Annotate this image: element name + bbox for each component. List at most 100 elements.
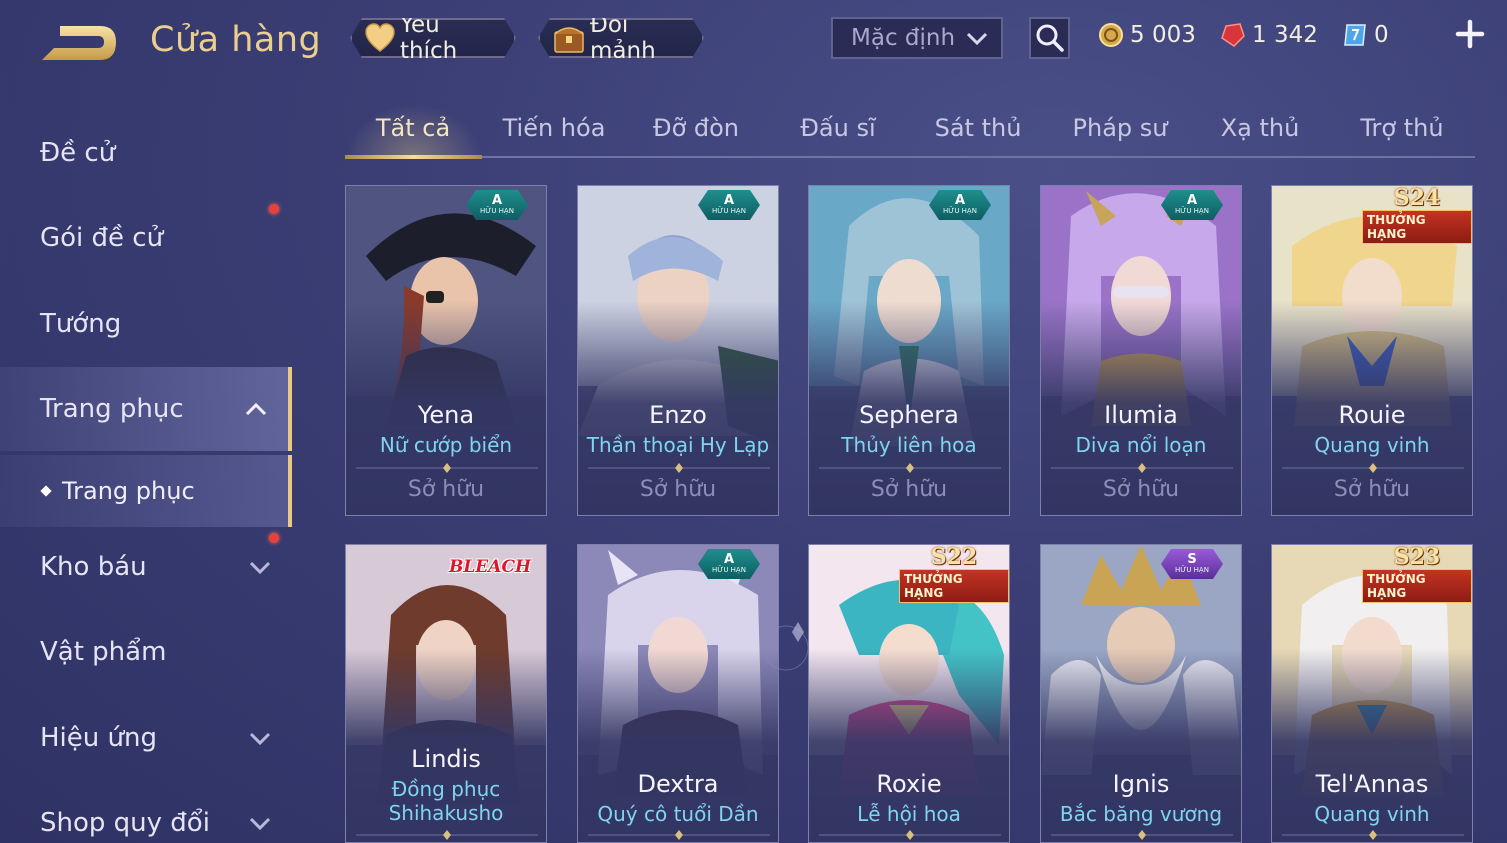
hero-name: Lindis (411, 745, 481, 773)
favorites-button[interactable]: Yêu thích (350, 18, 516, 58)
shard-exchange-label: Đổi mảnh (590, 12, 656, 64)
limited-badge: S HỮU HẠN (1161, 549, 1223, 579)
tab-fighter[interactable]: Đấu sĩ (800, 114, 875, 142)
role-tabs: Tất cả Tiến hóa Đỡ đòn Đấu sĩ Sát thủ Ph… (345, 104, 1475, 159)
season-reward-badge: S23 THƯỞNG HẠNG (1362, 544, 1472, 603)
limited-badge: A HỮU HẠN (1161, 190, 1223, 220)
skin-card-lindis[interactable]: BLEACH Lindis Đồng phục Shihakusho (345, 544, 547, 843)
badge-subtitle: HỮU HẠN (480, 207, 514, 215)
badge-subtitle: HỮU HẠN (943, 207, 977, 215)
ruby-amount: 1 342 (1252, 22, 1318, 48)
sidebar-item-items[interactable]: Vật phẩm (0, 621, 292, 683)
skin-card-ilumia[interactable]: A HỮU HẠN Ilumia Diva nổi loạn Sở hữu (1040, 185, 1242, 516)
limited-badge: A HỮU HẠN (466, 190, 528, 220)
skin-card-ignis[interactable]: S HỮU HẠN Ignis Bắc băng vương (1040, 544, 1242, 843)
season-number: S22 (930, 544, 978, 570)
badge-rank: A (1186, 193, 1198, 208)
favorites-label: Yêu thích (400, 12, 458, 64)
limited-badge: A HỮU HẠN (929, 190, 991, 220)
sidebar-item-heroes[interactable]: Tướng (0, 293, 292, 355)
skin-name: Thủy liên hoa (841, 433, 977, 457)
shard-exchange-button[interactable]: Đổi mảnh (538, 18, 704, 58)
skin-card-enzo[interactable]: A HỮU HẠN Enzo Thần thoại Hy Lạp Sở hữu (577, 185, 779, 516)
back-button[interactable] (38, 20, 120, 66)
chevron-down-icon (966, 32, 988, 46)
badge-subtitle: HỮU HẠN (712, 207, 746, 215)
skin-card-roxie[interactable]: S22 THƯỞNG HẠNG Roxie Lễ hội hoa (808, 544, 1010, 843)
tab-support[interactable]: Trợ thủ (1360, 114, 1443, 142)
sidebar-item-exchange-shop[interactable]: Shop quy đổi (0, 792, 292, 843)
tab-tank[interactable]: Đỡ đòn (653, 114, 739, 142)
hero-name: Yena (417, 401, 475, 429)
badge-rank: A (491, 193, 503, 208)
sidebar-subitem-skins[interactable]: Trang phục (0, 455, 292, 527)
tab-active-indicator (345, 155, 482, 159)
card-divider (356, 463, 538, 473)
sidebar-item-label: Gói đề cử (40, 223, 164, 253)
hero-name: Roxie (876, 770, 942, 798)
hero-name: Enzo (649, 401, 707, 429)
heart-icon (364, 21, 396, 55)
skin-card-yena[interactable]: A HỮU HẠN Yena Nữ cướp biển Sở hữu (345, 185, 547, 516)
ruby-icon (1221, 23, 1245, 47)
tab-assassin[interactable]: Sát thủ (935, 114, 1022, 142)
search-button[interactable] (1029, 17, 1070, 59)
skin-name: Quang vinh (1314, 433, 1430, 457)
chevron-down-icon (249, 561, 271, 575)
tab-mage[interactable]: Pháp sư (1073, 114, 1168, 142)
card-divider (588, 830, 770, 840)
sidebar-item-label: Tướng (40, 309, 122, 339)
sidebar-item-recommended[interactable]: Đề cử (0, 122, 292, 184)
sidebar-item-label: Shop quy đổi (40, 808, 210, 838)
skin-card-dextra[interactable]: A HỮU HẠN Dextra Quý cô tuổi Dần (577, 544, 779, 843)
card-divider (1051, 830, 1233, 840)
tab-evolution[interactable]: Tiến hóa (503, 114, 606, 142)
tab-marksman[interactable]: Xạ thủ (1221, 114, 1300, 142)
sidebar-item-bundles[interactable]: Gói đề cử (0, 207, 292, 269)
hero-name: Rouie (1338, 401, 1406, 429)
notification-dot (269, 533, 279, 543)
chevron-down-icon (249, 817, 271, 831)
sidebar-item-label: Kho báu (40, 552, 147, 582)
bleach-collab-badge: BLEACH (448, 557, 532, 577)
skin-name-line1: Đồng phục (391, 777, 501, 801)
badge-subtitle: HỮU HẠN (1175, 566, 1209, 574)
sort-dropdown[interactable]: Mặc định (831, 17, 1003, 59)
skin-card-telannas[interactable]: S23 THƯỞNG HẠNG Tel'Annas Quang vinh (1271, 544, 1473, 843)
owned-status: Sở hữu (1102, 477, 1180, 502)
ruby-balance: 1 342 (1220, 20, 1318, 50)
sidebar-item-label: Hiệu ứng (40, 723, 157, 753)
skin-name: Lễ hội hoa (857, 802, 961, 826)
skin-name: Nữ cướp biển (379, 433, 513, 457)
plus-icon (1455, 19, 1485, 49)
sidebar-item-label: Đề cử (40, 138, 116, 168)
sidebar-item-skins[interactable]: Trang phục (0, 367, 292, 451)
skin-card-rouie[interactable]: S24 THƯỞNG HẠNG Rouie Quang vinh Sở hữu (1271, 185, 1473, 516)
voucher-balance: 0 (1342, 20, 1389, 50)
badge-subtitle: HỮU HẠN (712, 566, 746, 574)
sidebar-item-label: Trang phục (40, 394, 184, 424)
hero-name: Ignis (1112, 770, 1170, 798)
season-reward-badge: S22 THƯỞNG HẠNG (899, 544, 1009, 603)
season-reward-label: THƯỞNG HẠNG (1362, 569, 1472, 603)
season-number: S23 (1393, 544, 1441, 570)
skin-name: Quý cô tuổi Dần (597, 802, 759, 826)
loading-ornament-icon (763, 622, 809, 671)
badge-rank: S (1187, 552, 1197, 567)
card-divider (1051, 463, 1233, 473)
gold-balance: 5 003 (1098, 20, 1196, 50)
sidebar: Đề cử Gói đề cử Tướng Trang phục Trang p… (0, 100, 295, 843)
skin-name: Diva nổi loạn (1075, 433, 1207, 457)
chevron-up-icon (245, 402, 267, 416)
sidebar-item-treasure[interactable]: Kho báu (0, 536, 292, 598)
card-divider (1282, 463, 1464, 473)
skin-name: Thần thoại Hy Lạp (586, 433, 770, 457)
top-up-button[interactable] (1452, 16, 1488, 52)
skin-card-sephera[interactable]: A HỮU HẠN Sephera Thủy liên hoa Sở hữu (808, 185, 1010, 516)
tab-all[interactable]: Tất cả (376, 114, 450, 142)
sidebar-item-label: Vật phẩm (40, 637, 167, 667)
treasure-chest-icon (552, 21, 586, 55)
badge-subtitle: HỮU HẠN (1175, 207, 1209, 215)
card-divider (588, 463, 770, 473)
sidebar-item-effects[interactable]: Hiệu ứng (0, 707, 292, 769)
